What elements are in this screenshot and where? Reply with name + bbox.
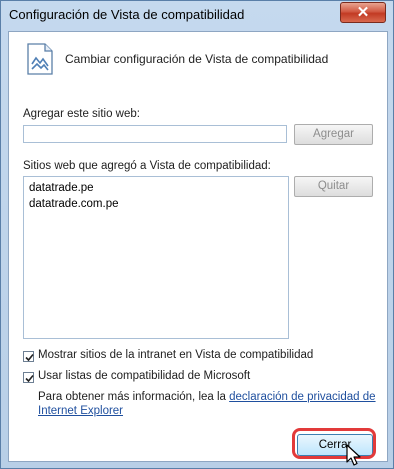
intranet-checkbox-label[interactable]: Mostrar sitios de la intranet en Vista d… <box>38 349 313 361</box>
dialog-window: Configuración de Vista de compatibilidad… <box>0 0 394 469</box>
list-item[interactable]: datatrade.com.pe <box>29 198 119 210</box>
title-bar[interactable]: Configuración de Vista de compatibilidad… <box>1 1 393 31</box>
list-item[interactable]: datatrade.pe <box>29 182 94 194</box>
header-text: Cambiar configuración de Vista de compat… <box>65 52 329 66</box>
dialog-body: Cambiar configuración de Vista de compat… <box>8 31 388 466</box>
compat-view-icon <box>27 43 53 75</box>
privacy-link[interactable]: declaración de privacidad de <box>229 391 375 403</box>
remove-button[interactable]: Quitar <box>294 176 373 197</box>
mouse-pointer-icon <box>346 444 361 466</box>
close-window-button[interactable]: ✕ <box>340 2 386 23</box>
ms-lists-checkbox[interactable] <box>23 372 34 383</box>
add-site-input[interactable] <box>23 125 287 143</box>
ms-lists-checkbox-label[interactable]: Usar listas de compatibilidad de Microso… <box>38 370 250 382</box>
info-text: Para obtener más información, lea la dec… <box>38 390 378 418</box>
sites-label: Sitios web que agregó a Vista de compati… <box>23 160 271 172</box>
add-site-label: Agregar este sitio web: <box>23 108 140 120</box>
sites-list[interactable]: datatrade.pe datatrade.com.pe <box>23 176 289 339</box>
intranet-checkbox[interactable] <box>23 351 34 362</box>
info-prefix: Para obtener más información, lea la <box>38 391 230 403</box>
add-button[interactable]: Agregar <box>294 124 373 145</box>
privacy-link-continued[interactable]: Internet Explorer <box>38 405 123 417</box>
highlight-annotation <box>292 428 376 459</box>
window-title: Configuración de Vista de compatibilidad <box>9 7 245 22</box>
checkmark-icon <box>25 374 34 383</box>
checkmark-icon <box>25 353 34 362</box>
